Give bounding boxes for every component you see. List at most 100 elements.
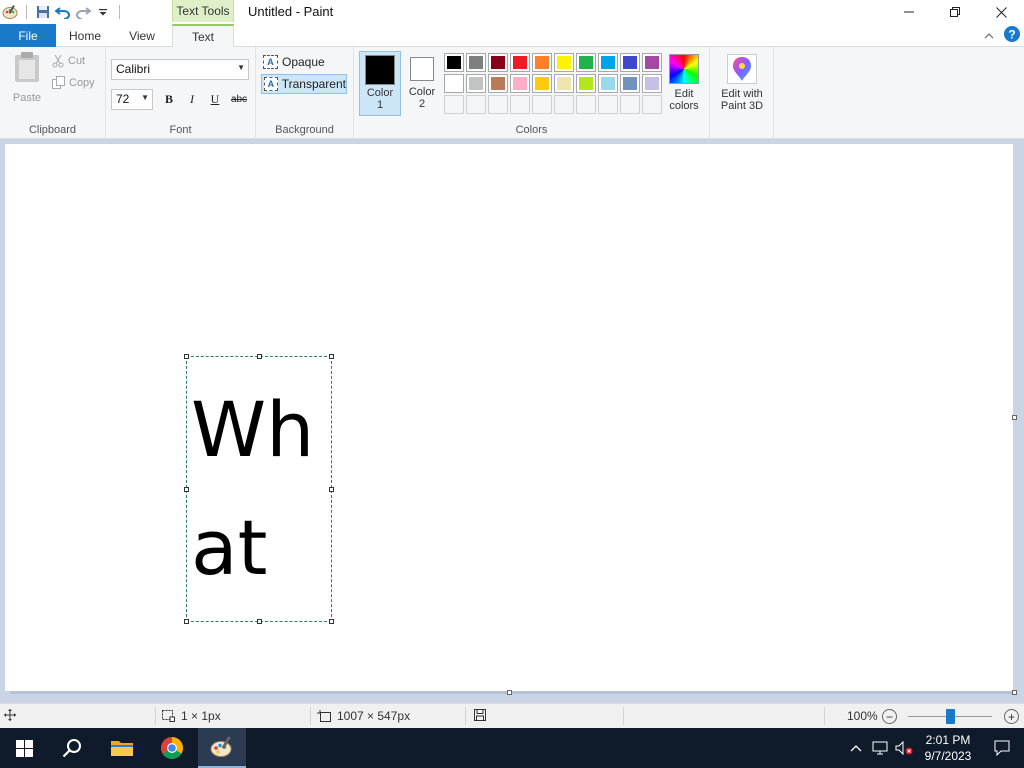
- tab-view[interactable]: View: [114, 24, 170, 47]
- show-hidden-icons-icon[interactable]: [844, 744, 868, 752]
- minimize-ribbon-icon[interactable]: [984, 29, 994, 43]
- palette-swatch[interactable]: [576, 53, 596, 72]
- color1-swatch: [365, 55, 395, 85]
- palette-swatch[interactable]: [554, 53, 574, 72]
- save-icon[interactable]: [33, 2, 53, 22]
- file-explorer-button[interactable]: [98, 728, 146, 768]
- paste-button[interactable]: Paste: [8, 51, 46, 104]
- strikethrough-button[interactable]: abc: [229, 90, 249, 108]
- paint-taskbar-button[interactable]: [198, 728, 246, 768]
- transparent-option[interactable]: A Transparent: [261, 74, 347, 94]
- palette-custom-slot[interactable]: [532, 95, 552, 114]
- palette-swatch[interactable]: [532, 53, 552, 72]
- palette-custom-slot[interactable]: [488, 95, 508, 114]
- text-box-handle-bottom-left[interactable]: [184, 619, 189, 624]
- opaque-option[interactable]: A Opaque: [261, 52, 347, 72]
- paint-icon: [210, 736, 232, 757]
- text-box-handle-top-left[interactable]: [184, 354, 189, 359]
- underline-button[interactable]: U: [206, 90, 224, 108]
- palette-swatch[interactable]: [642, 53, 662, 72]
- close-button[interactable]: [978, 0, 1024, 24]
- clock[interactable]: 2:01 PM 9/7/2023: [916, 732, 980, 764]
- paste-icon: [15, 52, 39, 82]
- canvas-resize-handle-bottom[interactable]: [507, 690, 512, 695]
- text-box-handle-bottom[interactable]: [257, 619, 262, 624]
- help-icon[interactable]: ?: [1004, 26, 1020, 45]
- minimize-button[interactable]: [886, 0, 932, 24]
- restore-button[interactable]: [932, 0, 978, 24]
- start-button[interactable]: [0, 728, 48, 768]
- text-box-handle-top[interactable]: [257, 354, 262, 359]
- palette-custom-slot[interactable]: [598, 95, 618, 114]
- paint3d-label-line2: Paint 3D: [720, 100, 764, 112]
- palette-custom-slot[interactable]: [444, 95, 464, 114]
- text-box-content[interactable]: What: [191, 371, 331, 607]
- zoom-in-button[interactable]: +: [1004, 709, 1019, 724]
- drawing-canvas[interactable]: What: [5, 144, 1013, 691]
- paint-app-icon[interactable]: [0, 2, 20, 22]
- edit-with-paint3d-button[interactable]: Edit with Paint 3D: [714, 51, 770, 112]
- font-size-select[interactable]: 72 ▼: [111, 89, 153, 110]
- palette-custom-slot[interactable]: [576, 95, 596, 114]
- canvas-resize-handle-right[interactable]: [1012, 415, 1017, 420]
- copy-button[interactable]: Copy: [52, 76, 95, 89]
- tab-file[interactable]: File: [0, 24, 56, 47]
- font-family-select[interactable]: Calibri ▼: [111, 59, 249, 80]
- palette-swatch[interactable]: [598, 53, 618, 72]
- palette-swatch[interactable]: [598, 74, 618, 93]
- palette-swatch-fill: [469, 56, 483, 69]
- palette-custom-slot[interactable]: [466, 95, 486, 114]
- canvas-size-value: 1007 × 547px: [337, 709, 411, 723]
- palette-swatch[interactable]: [444, 74, 464, 93]
- palette-swatch[interactable]: [554, 74, 574, 93]
- palette-swatch[interactable]: [488, 74, 508, 93]
- status-divider: [310, 707, 311, 725]
- palette-swatch[interactable]: [532, 74, 552, 93]
- color2-swatch: [410, 57, 434, 81]
- palette-custom-slot[interactable]: [554, 95, 574, 114]
- zoom-slider-thumb[interactable]: [945, 709, 955, 724]
- palette-row: [444, 53, 662, 72]
- zoom-out-button[interactable]: −: [882, 709, 897, 724]
- text-box-handle-right[interactable]: [329, 487, 334, 492]
- customize-qat-icon[interactable]: [93, 2, 113, 22]
- palette-swatch[interactable]: [510, 74, 530, 93]
- palette-swatch[interactable]: [642, 74, 662, 93]
- palette-custom-slot[interactable]: [620, 95, 640, 114]
- palette-custom-slot[interactable]: [642, 95, 662, 114]
- clipboard-group: Paste Cut Copy Clipboard: [0, 47, 106, 139]
- palette-swatch[interactable]: [466, 74, 486, 93]
- color2-button[interactable]: Color 2: [401, 51, 443, 116]
- bold-button[interactable]: B: [160, 90, 178, 108]
- text-box-handle-top-right[interactable]: [329, 354, 334, 359]
- redo-icon[interactable]: [73, 2, 93, 22]
- tab-home[interactable]: Home: [56, 24, 114, 47]
- search-button[interactable]: [48, 728, 96, 768]
- palette-swatch[interactable]: [620, 53, 640, 72]
- chrome-button[interactable]: [148, 728, 196, 768]
- canvas-workspace: What: [0, 139, 1024, 703]
- palette-swatch[interactable]: [466, 53, 486, 72]
- palette-swatch[interactable]: [444, 53, 464, 72]
- notifications-icon[interactable]: [980, 740, 1024, 756]
- palette-swatch[interactable]: [488, 53, 508, 72]
- color1-button[interactable]: Color 1: [359, 51, 401, 116]
- italic-button[interactable]: I: [183, 90, 201, 108]
- palette-custom-slot[interactable]: [510, 95, 530, 114]
- palette-swatch[interactable]: [576, 74, 596, 93]
- text-box-handle-left[interactable]: [184, 487, 189, 492]
- text-box-handle-bottom-right[interactable]: [329, 619, 334, 624]
- text-box[interactable]: What: [184, 354, 334, 624]
- undo-icon[interactable]: [53, 2, 73, 22]
- edit-colors-button[interactable]: Edit colors: [664, 51, 704, 112]
- palette-swatch[interactable]: [620, 74, 640, 93]
- status-bar: 1 × 1px 1007 × 547px 100% − +: [0, 703, 1024, 728]
- volume-muted-icon[interactable]: [892, 741, 916, 755]
- cut-button[interactable]: Cut: [52, 54, 85, 68]
- palette-swatch[interactable]: [510, 53, 530, 72]
- network-icon[interactable]: [868, 741, 892, 755]
- selection-size-value: 1 × 1px: [181, 709, 221, 723]
- canvas-resize-handle-corner[interactable]: [1012, 690, 1017, 695]
- tab-text[interactable]: Text: [172, 24, 234, 48]
- transparent-text-icon: A: [264, 77, 278, 91]
